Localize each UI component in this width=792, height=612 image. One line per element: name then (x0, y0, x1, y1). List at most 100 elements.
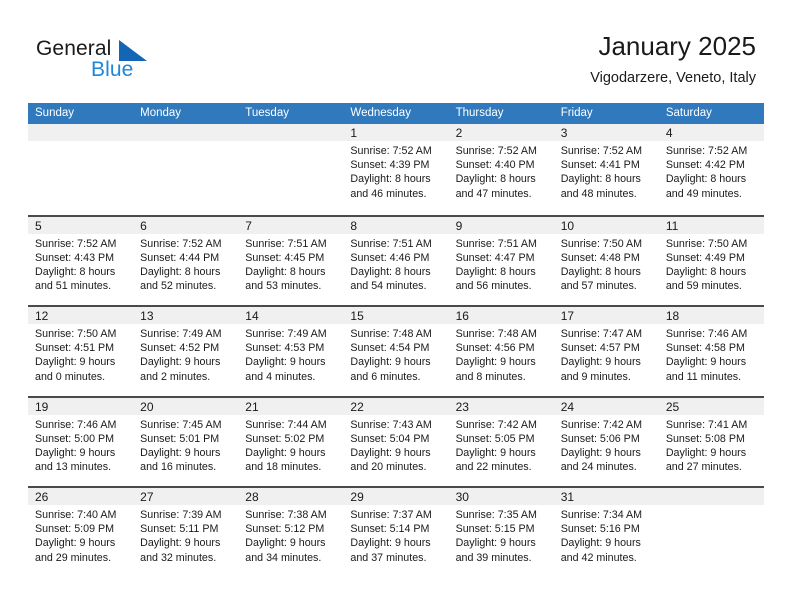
day-cell-body: Sunrise: 7:44 AM Sunset: 5:02 PM Daylight:… (238, 415, 343, 475)
sunset-line: Sunset: 4:44 PM (140, 251, 220, 264)
daylight-line-1: Daylight: 8 hours (245, 265, 326, 278)
general-blue-logo[interactable]: General Blue (36, 37, 236, 87)
day-cell[interactable]: 10 Sunrise: 7:50 AM Sunset: 4:48 PM Dayligh… (553, 216, 659, 305)
day-cell[interactable]: 6 Sunrise: 7:52 AM Sunset: 4:44 PM Daylight… (133, 216, 239, 305)
weekday-header-friday: Friday (560, 107, 593, 119)
day-cell-body: Sunrise: 7:48 AM Sunset: 4:56 PM Daylight:… (449, 324, 554, 384)
day-cell-body: Sunrise: 7:38 AM Sunset: 5:12 PM Daylight:… (238, 505, 343, 565)
day-cell-body: Sunrise: 7:40 AM Sunset: 5:09 PM Daylight:… (28, 505, 133, 565)
day-cell[interactable]: 18 Sunrise: 7:46 AM Sunset: 4:58 PM Dayligh… (658, 307, 764, 396)
day-number-band: 13 (133, 307, 239, 324)
day-cell-empty (28, 124, 134, 215)
day-cell[interactable]: 12 Sunrise: 7:50 AM Sunset: 4:51 PM Dayligh… (28, 307, 134, 396)
day-number-band (658, 488, 764, 505)
sunset-line: Sunset: 4:40 PM (455, 159, 535, 172)
sunset-line: Sunset: 4:46 PM (350, 251, 430, 264)
day-cell-body: Sunrise: 7:41 AM Sunset: 5:08 PM Daylight:… (659, 415, 764, 475)
day-number: 15 (350, 309, 364, 323)
sunset-line: Sunset: 4:47 PM (455, 251, 535, 264)
day-number: 7 (245, 218, 252, 233)
day-cell[interactable]: 5 Sunrise: 7:52 AM Sunset: 4:43 PM Daylight… (28, 216, 134, 305)
day-number-band: 24 (553, 397, 659, 415)
day-cell[interactable]: 27 Sunrise: 7:39 AM Sunset: 5:11 PM Dayligh… (133, 488, 239, 577)
day-cell-body: Sunrise: 7:52 AM Sunset: 4:40 PM Daylight:… (449, 141, 554, 201)
calendar-grid: Sunday Monday Tuesday Wednesday Thursday Frid… (28, 103, 764, 577)
day-cell[interactable]: 20 Sunrise: 7:45 AM Sunset: 5:01 PM Dayligh… (133, 397, 239, 486)
day-cell[interactable]: 29 Sunrise: 7:37 AM Sunset: 5:14 PM Dayligh… (343, 488, 449, 577)
day-cell[interactable]: 21 Sunrise: 7:44 AM Sunset: 5:02 PM Dayligh… (238, 397, 344, 486)
weekday-header-saturday: Saturday (665, 107, 712, 119)
day-number: 29 (350, 490, 364, 504)
day-cell[interactable]: 11 Sunrise: 7:50 AM Sunset: 4:49 PM Dayligh… (658, 216, 764, 305)
sunset-line: Sunset: 4:53 PM (245, 342, 325, 355)
daylight-line-2: and 22 minutes. (455, 461, 532, 474)
day-cell[interactable]: 26 Sunrise: 7:40 AM Sunset: 5:09 PM Dayligh… (28, 488, 134, 577)
day-cell[interactable]: 31 Sunrise: 7:34 AM Sunset: 5:16 PM Dayligh… (553, 488, 659, 577)
sunset-line: Sunset: 4:58 PM (665, 342, 745, 355)
day-cell[interactable]: 15 Sunrise: 7:48 AM Sunset: 4:54 PM Dayligh… (343, 307, 449, 396)
daylight-line-2: and 59 minutes. (665, 280, 742, 293)
sunset-line: Sunset: 4:43 PM (35, 251, 115, 264)
day-cell[interactable]: 8 Sunrise: 7:51 AM Sunset: 4:46 PM Daylight… (343, 216, 449, 305)
day-cell-body: Sunrise: 7:52 AM Sunset: 4:43 PM Daylight:… (28, 234, 133, 294)
day-cell[interactable]: 7 Sunrise: 7:51 AM Sunset: 4:45 PM Daylight… (238, 216, 344, 305)
day-number: 20 (140, 399, 154, 414)
daylight-line-1: Daylight: 8 hours (560, 265, 641, 278)
day-cell[interactable]: 30 Sunrise: 7:35 AM Sunset: 5:15 PM Dayligh… (448, 488, 554, 577)
page-title: January 2025 (598, 31, 756, 61)
day-number-band: 15 (343, 307, 449, 324)
day-number-band: 10 (553, 216, 659, 234)
day-cell[interactable]: 19 Sunrise: 7:46 AM Sunset: 5:00 PM Dayligh… (28, 397, 134, 486)
sunrise-line: Sunrise: 7:51 AM (350, 237, 432, 250)
daylight-line-1: Daylight: 9 hours (245, 446, 326, 459)
day-cell[interactable]: 23 Sunrise: 7:42 AM Sunset: 5:05 PM Dayligh… (448, 397, 554, 486)
sunrise-line: Sunrise: 7:50 AM (35, 328, 117, 340)
daylight-line-2: and 47 minutes. (455, 187, 532, 200)
day-number-band: 16 (448, 307, 554, 324)
day-cell-body: Sunrise: 7:47 AM Sunset: 4:57 PM Daylight:… (554, 324, 659, 384)
day-cell-body: Sunrise: 7:50 AM Sunset: 4:48 PM Daylight:… (554, 234, 659, 294)
day-cell-body: Sunrise: 7:51 AM Sunset: 4:45 PM Daylight:… (238, 234, 343, 294)
calendar-week-row: 1 Sunrise: 7:52 AM Sunset: 4:39 PM Daylight… (28, 124, 764, 215)
daylight-line-2: and 48 minutes. (560, 187, 637, 200)
daylight-line-2: and 39 minutes. (455, 551, 532, 564)
day-cell[interactable]: 16 Sunrise: 7:48 AM Sunset: 4:56 PM Dayligh… (448, 307, 554, 396)
sunrise-line: Sunrise: 7:52 AM (35, 237, 117, 250)
day-number: 31 (560, 490, 575, 504)
day-cell[interactable]: 14 Sunrise: 7:49 AM Sunset: 4:53 PM Dayligh… (238, 307, 344, 396)
day-cell[interactable]: 24 Sunrise: 7:42 AM Sunset: 5:06 PM Dayligh… (553, 397, 659, 486)
day-cell[interactable]: 2 Sunrise: 7:52 AM Sunset: 4:40 PM Daylight… (448, 124, 554, 215)
sunset-line: Sunset: 5:11 PM (140, 523, 219, 536)
sunset-line: Sunset: 5:15 PM (455, 523, 535, 536)
day-cell[interactable]: 22 Sunrise: 7:43 AM Sunset: 5:04 PM Dayligh… (343, 397, 449, 486)
day-number: 27 (140, 490, 154, 504)
day-number-band: 18 (658, 307, 764, 324)
day-cell[interactable]: 4 Sunrise: 7:52 AM Sunset: 4:42 PM Daylight… (658, 124, 764, 215)
sunrise-line: Sunrise: 7:50 AM (560, 237, 643, 250)
day-cell[interactable]: 13 Sunrise: 7:49 AM Sunset: 4:52 PM Dayligh… (133, 307, 239, 396)
day-number: 10 (560, 218, 575, 233)
sunrise-line: Sunrise: 7:52 AM (350, 145, 432, 157)
day-cell[interactable]: 1 Sunrise: 7:52 AM Sunset: 4:39 PM Daylight… (343, 124, 449, 215)
daylight-line-1: Daylight: 8 hours (665, 173, 747, 186)
logo-word-blue: Blue (91, 58, 134, 81)
day-cell-body: Sunrise: 7:52 AM Sunset: 4:44 PM Daylight:… (133, 234, 238, 294)
day-cell[interactable]: 17 Sunrise: 7:47 AM Sunset: 4:57 PM Dayligh… (553, 307, 659, 396)
daylight-line-1: Daylight: 8 hours (665, 265, 747, 278)
day-number-band: 4 (658, 124, 764, 141)
daylight-line-1: Daylight: 9 hours (455, 356, 536, 369)
day-cell[interactable]: 25 Sunrise: 7:41 AM Sunset: 5:08 PM Dayligh… (658, 397, 764, 486)
day-cell-body: Sunrise: 7:34 AM Sunset: 5:16 PM Daylight:… (554, 505, 659, 565)
day-number: 5 (35, 218, 42, 233)
day-cell[interactable]: 9 Sunrise: 7:51 AM Sunset: 4:47 PM Daylight… (448, 216, 554, 305)
day-cell[interactable]: 3 Sunrise: 7:52 AM Sunset: 4:41 PM Daylight… (553, 124, 659, 215)
daylight-line-2: and 29 minutes. (35, 551, 112, 564)
sunset-line: Sunset: 5:02 PM (245, 432, 325, 445)
day-number: 18 (665, 309, 680, 323)
day-number-band: 28 (238, 488, 344, 505)
day-number-band: 5 (28, 216, 134, 234)
day-cell[interactable]: 28 Sunrise: 7:38 AM Sunset: 5:12 PM Dayligh… (238, 488, 344, 577)
daylight-line-1: Daylight: 9 hours (350, 356, 431, 369)
day-cell-empty (133, 124, 239, 215)
day-cell-body: Sunrise: 7:46 AM Sunset: 5:00 PM Daylight:… (28, 415, 133, 475)
